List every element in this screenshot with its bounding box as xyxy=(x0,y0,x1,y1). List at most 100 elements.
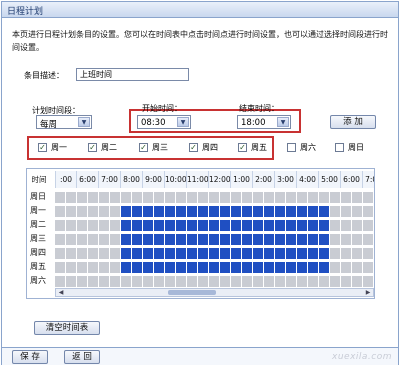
schedule-cell[interactable] xyxy=(330,220,340,231)
schedule-cell-selected[interactable] xyxy=(176,262,186,273)
hour-header[interactable]: 8:00 xyxy=(121,171,143,188)
schedule-cell[interactable] xyxy=(110,192,120,203)
schedule-cell-selected[interactable] xyxy=(264,206,274,217)
schedule-cell-selected[interactable] xyxy=(297,220,307,231)
hour-header[interactable]: 9:00 xyxy=(143,171,165,188)
hour-header[interactable]: 11:00 xyxy=(187,171,209,188)
schedule-cell[interactable] xyxy=(55,192,65,203)
schedule-cell-selected[interactable] xyxy=(231,220,241,231)
schedule-cell-selected[interactable] xyxy=(154,220,164,231)
hour-header[interactable]: 7:00 xyxy=(363,171,374,188)
schedule-cell-selected[interactable] xyxy=(220,206,230,217)
schedule-cell[interactable] xyxy=(297,192,307,203)
schedule-cell-selected[interactable] xyxy=(308,248,318,259)
schedule-cell[interactable] xyxy=(374,206,375,217)
end-time-select[interactable]: 18:00 ▼ xyxy=(237,115,291,129)
hour-header[interactable]: 6:00 xyxy=(77,171,99,188)
schedule-cell[interactable] xyxy=(374,262,375,273)
schedule-cell-selected[interactable] xyxy=(176,248,186,259)
schedule-cell[interactable] xyxy=(66,234,76,245)
schedule-cell-selected[interactable] xyxy=(121,248,131,259)
schedule-cell-selected[interactable] xyxy=(297,248,307,259)
schedule-cell[interactable] xyxy=(132,276,142,287)
schedule-cell-selected[interactable] xyxy=(154,206,164,217)
schedule-cell[interactable] xyxy=(352,234,362,245)
schedule-cell-selected[interactable] xyxy=(231,248,241,259)
schedule-cell-selected[interactable] xyxy=(275,262,285,273)
hour-header[interactable]: 6:00 xyxy=(341,171,363,188)
schedule-cell[interactable] xyxy=(99,262,109,273)
schedule-cell[interactable] xyxy=(110,276,120,287)
schedule-cell[interactable] xyxy=(88,220,98,231)
schedule-cell[interactable] xyxy=(143,192,153,203)
schedule-cell-selected[interactable] xyxy=(154,234,164,245)
schedule-cell[interactable] xyxy=(88,248,98,259)
row-label[interactable]: 周五 xyxy=(30,261,52,272)
schedule-cell[interactable] xyxy=(341,262,351,273)
schedule-cell[interactable] xyxy=(176,192,186,203)
scrollbar-thumb[interactable] xyxy=(168,290,216,295)
schedule-cell[interactable] xyxy=(66,248,76,259)
schedule-cell-selected[interactable] xyxy=(165,206,175,217)
schedule-cell[interactable] xyxy=(330,206,340,217)
schedule-cell[interactable] xyxy=(231,192,241,203)
schedule-cell[interactable] xyxy=(154,276,164,287)
schedule-cell-selected[interactable] xyxy=(297,234,307,245)
schedule-cell[interactable] xyxy=(330,192,340,203)
schedule-cell-selected[interactable] xyxy=(165,262,175,273)
schedule-cell[interactable] xyxy=(341,192,351,203)
schedule-cell-selected[interactable] xyxy=(165,248,175,259)
hour-header[interactable]: 10:00 xyxy=(165,171,187,188)
schedule-cell[interactable] xyxy=(319,276,329,287)
schedule-cell-selected[interactable] xyxy=(319,220,329,231)
schedule-cell[interactable] xyxy=(242,276,252,287)
schedule-cell-selected[interactable] xyxy=(209,206,219,217)
schedule-cell-selected[interactable] xyxy=(132,220,142,231)
start-time-select[interactable]: 08:30 ▼ xyxy=(137,115,191,129)
entry-description-input[interactable]: 上班时间 xyxy=(76,68,189,81)
schedule-cell-selected[interactable] xyxy=(308,262,318,273)
schedule-cell-selected[interactable] xyxy=(286,262,296,273)
schedule-cell[interactable] xyxy=(66,262,76,273)
schedule-cell[interactable] xyxy=(110,220,120,231)
schedule-cell[interactable] xyxy=(253,276,263,287)
schedule-cell[interactable] xyxy=(110,262,120,273)
hour-header[interactable]: 3:00 xyxy=(275,171,297,188)
row-label[interactable]: 周日 xyxy=(30,191,52,202)
schedule-cell[interactable] xyxy=(209,276,219,287)
save-button[interactable]: 保 存 xyxy=(12,350,48,364)
schedule-cell[interactable] xyxy=(330,234,340,245)
schedule-cell[interactable] xyxy=(374,234,375,245)
schedule-cell-selected[interactable] xyxy=(187,234,197,245)
schedule-cell[interactable] xyxy=(132,192,142,203)
schedule-cell-selected[interactable] xyxy=(297,206,307,217)
schedule-cell[interactable] xyxy=(176,276,186,287)
schedule-cell-selected[interactable] xyxy=(319,248,329,259)
schedule-cell-selected[interactable] xyxy=(143,262,153,273)
schedule-cell[interactable] xyxy=(264,276,274,287)
hour-header[interactable]: 5:00 xyxy=(319,171,341,188)
row-label[interactable]: 周四 xyxy=(30,247,52,258)
schedule-cell-selected[interactable] xyxy=(143,248,153,259)
hour-header[interactable]: :00 xyxy=(55,171,77,188)
schedule-cell[interactable] xyxy=(55,262,65,273)
schedule-cell[interactable] xyxy=(88,192,98,203)
schedule-cell[interactable] xyxy=(352,220,362,231)
schedule-cell[interactable] xyxy=(352,206,362,217)
row-label[interactable]: 周六 xyxy=(30,275,52,286)
row-label[interactable]: 周三 xyxy=(30,233,52,244)
schedule-cell-selected[interactable] xyxy=(242,220,252,231)
schedule-cell[interactable] xyxy=(352,262,362,273)
schedule-cell[interactable] xyxy=(275,192,285,203)
schedule-cell[interactable] xyxy=(374,248,375,259)
schedule-cell-selected[interactable] xyxy=(297,262,307,273)
schedule-cell-selected[interactable] xyxy=(132,262,142,273)
schedule-cell[interactable] xyxy=(165,276,175,287)
schedule-cell-selected[interactable] xyxy=(176,206,186,217)
schedule-cell-selected[interactable] xyxy=(275,220,285,231)
schedule-cell[interactable] xyxy=(77,206,87,217)
schedule-cell[interactable] xyxy=(66,276,76,287)
schedule-cell[interactable] xyxy=(363,262,373,273)
schedule-cell[interactable] xyxy=(77,276,87,287)
schedule-cell[interactable] xyxy=(319,192,329,203)
